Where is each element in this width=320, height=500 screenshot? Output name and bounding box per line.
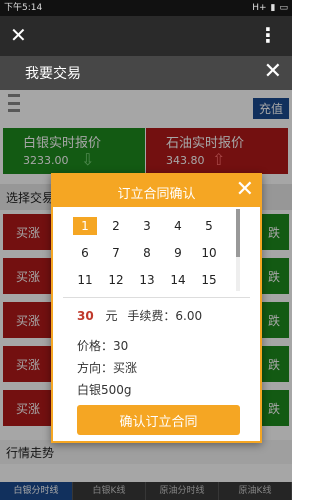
app-bar: ✕ ⋮	[0, 16, 292, 56]
quantity-option[interactable]: 9	[166, 244, 190, 262]
quantity-option[interactable]: 2	[104, 217, 128, 235]
quantity-option[interactable]: 12	[104, 271, 128, 289]
product-line: 白银500g	[77, 383, 132, 397]
quantity-option[interactable]: 1	[73, 217, 97, 235]
quantity-option[interactable]: 7	[104, 244, 128, 262]
dialog-close-icon[interactable]: ✕	[236, 177, 254, 203]
picker-scroll-thumb[interactable]	[236, 209, 240, 257]
more-menu-icon[interactable]: ⋮	[258, 24, 278, 46]
status-indicators: H+ ▮ ▭	[252, 0, 288, 16]
quantity-option[interactable]: 6	[73, 244, 97, 262]
status-time: 下午5:14	[4, 3, 43, 13]
quantity-option[interactable]: 3	[135, 217, 159, 235]
price-line: 价格：30	[77, 339, 129, 353]
quantity-picker: 1 2 3 4 5 6 7 8 9 10 11 12 13 14 15	[73, 217, 245, 289]
status-bar: 下午5:14 H+ ▮ ▭	[0, 0, 292, 16]
quantity-option[interactable]: 10	[197, 244, 221, 262]
network-label: H+	[252, 3, 267, 13]
battery-icon: ▭	[279, 3, 288, 13]
quantity-option[interactable]: 5	[197, 217, 221, 235]
page-header: 我要交易 ✕	[0, 56, 292, 90]
dialog-header: 订立合同确认 ✕	[53, 175, 260, 207]
confirm-contract-button[interactable]: 确认订立合同	[77, 405, 240, 435]
contract-confirm-dialog: 订立合同确认 ✕ 1 2 3 4 5 6 7 8 9 10 11 12 13 1…	[51, 173, 262, 443]
quantity-option[interactable]: 14	[166, 271, 190, 289]
signal-icon: ▮	[270, 3, 276, 13]
amount-row: 30 元 手续费：6.00	[77, 307, 202, 324]
fee-label: 手续费：6.00	[127, 309, 203, 323]
dialog-divider	[63, 297, 250, 298]
close-icon[interactable]: ✕	[10, 24, 27, 46]
amount-value: 30	[77, 309, 94, 323]
quantity-option[interactable]: 8	[135, 244, 159, 262]
amount-unit: 元	[105, 309, 118, 323]
dialog-title: 订立合同确认	[117, 187, 196, 202]
page-title: 我要交易	[25, 66, 81, 82]
quantity-option[interactable]: 4	[166, 217, 190, 235]
quantity-option[interactable]: 15	[197, 271, 221, 289]
direction-line: 方向：买涨	[77, 361, 138, 375]
quantity-option[interactable]: 11	[73, 271, 97, 289]
page-close-icon[interactable]: ✕	[264, 60, 282, 84]
quantity-option[interactable]: 13	[135, 271, 159, 289]
